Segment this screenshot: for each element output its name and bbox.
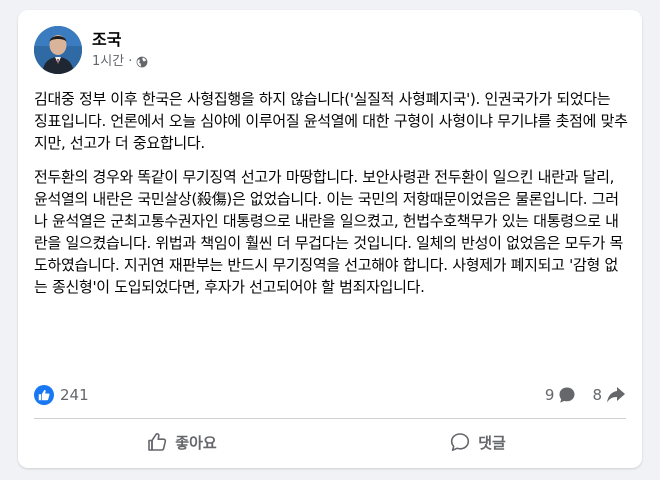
like-count: 241 xyxy=(60,386,89,404)
post-stats: 241 9 8 xyxy=(34,384,626,406)
comment-count: 9 xyxy=(544,386,555,404)
post-actions: 좋아요 댓글 xyxy=(34,423,626,461)
post-card: 조국 1시간 · 김대중 정부 이후 한국은 사형집행을 하지 않습니다('실질… xyxy=(18,10,642,468)
comment-count-item[interactable]: 9 xyxy=(545,386,577,404)
like-button[interactable]: 좋아요 xyxy=(34,423,330,461)
like-button-label: 좋아요 xyxy=(175,433,217,452)
globe-icon[interactable] xyxy=(136,56,148,68)
post-paragraph: 전두환의 경우와 똑같이 무기징역 선고가 마땅합니다. 보안사령관 전두환이 … xyxy=(34,168,624,296)
comment-button[interactable]: 댓글 xyxy=(330,423,626,461)
comment-icon xyxy=(451,433,470,451)
post-header: 조국 1시간 · xyxy=(34,26,624,78)
thumbs-up-icon xyxy=(148,433,167,451)
share-count: 8 xyxy=(592,386,602,404)
comment-bubble-icon xyxy=(559,387,575,403)
reactions-summary[interactable]: 241 xyxy=(34,384,89,406)
share-count-item[interactable]: 8 xyxy=(592,386,626,404)
author-name[interactable]: 조국 xyxy=(92,30,121,50)
post-time[interactable]: 1시간 xyxy=(92,54,124,70)
post-body: 김대중 정부 이후 한국은 사형집행을 하지 않습니다('실질적 사형폐지국')… xyxy=(34,88,628,310)
engagement-counts: 9 8 xyxy=(545,384,626,406)
like-reaction-icon xyxy=(34,385,54,405)
actions-divider xyxy=(34,418,626,419)
meta-separator: · xyxy=(128,54,133,69)
comment-button-label: 댓글 xyxy=(478,433,506,452)
share-arrow-icon xyxy=(607,387,625,403)
post-meta: 1시간 · xyxy=(92,54,148,70)
post-paragraph: 김대중 정부 이후 한국은 사형집행을 하지 않습니다('실질적 사형폐지국')… xyxy=(34,90,628,152)
avatar[interactable] xyxy=(34,26,82,74)
